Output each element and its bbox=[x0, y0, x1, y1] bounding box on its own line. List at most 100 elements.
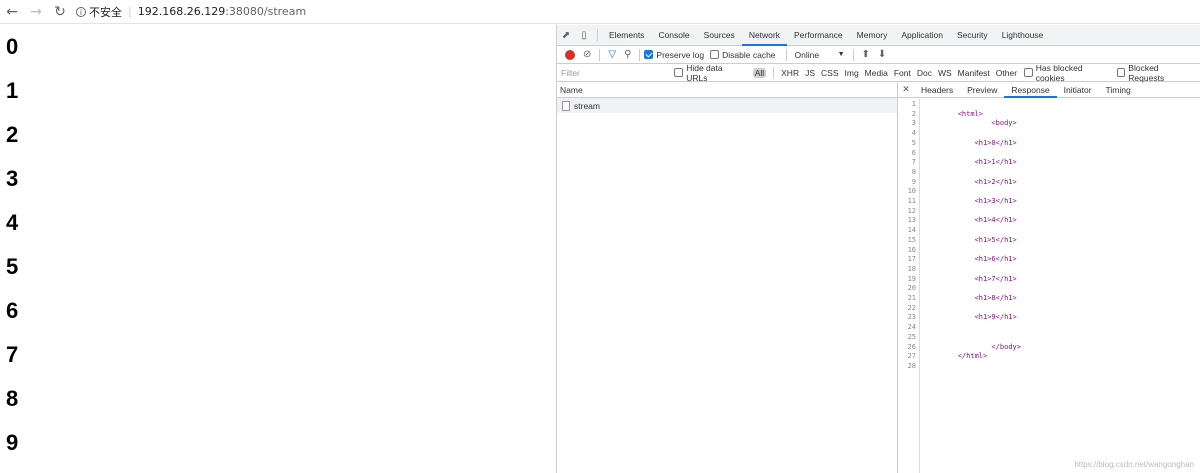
back-arrow-icon[interactable]: ← bbox=[0, 0, 24, 24]
address-bar[interactable]: i 不安全 | 192.168.26.129 :38080/stream bbox=[76, 3, 306, 21]
disable-cache-label: Disable cache bbox=[722, 49, 776, 60]
filter-type-img[interactable]: Img bbox=[845, 68, 859, 78]
column-header-name[interactable]: Name bbox=[557, 82, 897, 98]
tab-elements[interactable]: Elements bbox=[602, 25, 651, 46]
code-line: <h1>6</h1> bbox=[924, 255, 1017, 264]
code-line: <h1>4</h1> bbox=[924, 216, 1017, 225]
divider bbox=[639, 48, 641, 61]
line-number: 20 bbox=[907, 284, 916, 293]
line-number: 10 bbox=[907, 187, 916, 196]
line-number: 6 bbox=[911, 148, 916, 157]
chevron-down-icon: ▼ bbox=[837, 51, 845, 58]
tab-timing[interactable]: Timing bbox=[1099, 82, 1138, 98]
line-numbers: 1 2 3 4 5 6 7 8 9 10 11 12 13 14 15 16 17 18 19 20 21 22 23 24 2… bbox=[898, 99, 920, 473]
line-number: 13 bbox=[907, 216, 916, 225]
checkbox-unchecked[interactable] bbox=[674, 68, 684, 77]
line-number: 4 bbox=[911, 129, 916, 138]
tab-performance[interactable]: Performance bbox=[787, 25, 850, 46]
tab-initiator[interactable]: Initiator bbox=[1057, 82, 1099, 98]
filter-type-js[interactable]: JS bbox=[805, 68, 815, 78]
code-line: <h1>9</h1> bbox=[924, 313, 1017, 322]
blocked-requests-label: Blocked Requests bbox=[1128, 62, 1165, 83]
checkbox-checked[interactable] bbox=[644, 50, 654, 59]
filter-type-all[interactable]: All bbox=[752, 67, 767, 78]
inspect-element-icon[interactable]: ⬈ bbox=[557, 25, 575, 46]
tab-response[interactable]: Response bbox=[1004, 82, 1057, 98]
throttle-select[interactable]: Online ▼ bbox=[791, 50, 849, 60]
reload-icon[interactable]: ↻ bbox=[48, 0, 72, 24]
line-number: 27 bbox=[907, 352, 916, 361]
device-toolbar-icon[interactable]: ▯ bbox=[575, 25, 593, 46]
tab-security[interactable]: Security bbox=[950, 25, 995, 46]
line-number: 19 bbox=[907, 274, 916, 283]
forward-arrow-icon[interactable]: → bbox=[24, 0, 48, 24]
response-source[interactable]: 1 2 3 4 5 6 7 8 9 10 11 12 13 14 15 16 17 18 19 20 21 22 23 24 2… bbox=[898, 99, 1200, 473]
line-number: 14 bbox=[907, 226, 916, 235]
filter-type-manifest[interactable]: Manifest bbox=[958, 68, 990, 78]
tab-sources[interactable]: Sources bbox=[697, 25, 742, 46]
line-number: 26 bbox=[907, 342, 916, 351]
code-line: <h1>7</h1> bbox=[924, 274, 1017, 283]
tab-lighthouse[interactable]: Lighthouse bbox=[995, 25, 1051, 46]
line-number: 3 bbox=[911, 119, 916, 128]
heading: 7 bbox=[6, 342, 19, 367]
heading: 9 bbox=[6, 430, 19, 455]
filter-type-xhr[interactable]: XHR bbox=[781, 68, 799, 78]
blocked-requests-checkbox[interactable]: Blocked Requests bbox=[1116, 62, 1194, 83]
tab-memory[interactable]: Memory bbox=[850, 25, 895, 46]
checkbox-unchecked[interactable] bbox=[1116, 68, 1126, 77]
tab-network[interactable]: Network bbox=[741, 25, 787, 46]
hide-data-urls-checkbox[interactable]: Hide data URLs bbox=[674, 63, 743, 83]
checkbox-unchecked[interactable] bbox=[1024, 68, 1033, 77]
filter-icon[interactable]: ▽ bbox=[608, 49, 616, 60]
line-number: 18 bbox=[907, 264, 916, 273]
tab-application[interactable]: Application bbox=[894, 25, 950, 46]
url-host: 192.168.26.129 bbox=[137, 5, 226, 18]
code-line: <h1>3</h1> bbox=[924, 197, 1017, 206]
request-row[interactable]: stream bbox=[557, 98, 897, 113]
clear-icon[interactable]: ⊘ bbox=[583, 49, 591, 60]
page-content: 0 1 2 3 4 5 6 7 8 9 bbox=[0, 25, 556, 473]
line-number: 24 bbox=[907, 323, 916, 332]
url-path: :38080/stream bbox=[225, 5, 307, 18]
line-number: 16 bbox=[907, 245, 916, 254]
tab-console[interactable]: Console bbox=[651, 25, 696, 46]
filter-type-other[interactable]: Other bbox=[996, 68, 1017, 78]
preserve-log-checkbox[interactable]: Preserve log bbox=[644, 50, 704, 60]
has-blocked-cookies-checkbox[interactable]: Has blocked cookies bbox=[1024, 63, 1111, 83]
line-number: 25 bbox=[907, 332, 916, 341]
filter-type-media[interactable]: Media bbox=[865, 68, 888, 78]
line-number: 11 bbox=[907, 197, 916, 206]
detail-tab-bar: ✕ Headers Preview Response Initiator Tim… bbox=[898, 82, 1200, 98]
heading: 8 bbox=[6, 386, 19, 411]
divider bbox=[852, 48, 854, 61]
code-line: <body> bbox=[924, 119, 1017, 128]
disable-cache-checkbox[interactable]: Disable cache bbox=[710, 49, 776, 60]
search-icon[interactable]: ⚲ bbox=[624, 49, 631, 60]
code-line: <h1>0</h1> bbox=[924, 138, 1017, 147]
close-icon[interactable]: ✕ bbox=[898, 84, 914, 95]
tab-headers[interactable]: Headers bbox=[914, 82, 960, 98]
line-number: 7 bbox=[911, 158, 916, 167]
filter-input[interactable]: Filter bbox=[561, 68, 674, 78]
record-icon[interactable] bbox=[565, 49, 575, 60]
heading: 5 bbox=[6, 254, 19, 279]
code-line: <html> bbox=[924, 109, 984, 118]
filter-type-ws[interactable]: WS bbox=[938, 68, 952, 78]
checkbox-unchecked[interactable] bbox=[710, 50, 720, 59]
filter-type-font[interactable]: Font bbox=[894, 68, 911, 78]
import-har-icon[interactable]: ⬆ bbox=[862, 49, 870, 60]
tab-preview[interactable]: Preview bbox=[960, 82, 1004, 98]
filter-type-doc[interactable]: Doc bbox=[917, 68, 932, 78]
heading: 2 bbox=[6, 122, 19, 147]
export-har-icon[interactable]: ⬇ bbox=[878, 49, 886, 60]
line-number: 2 bbox=[911, 109, 916, 118]
filter-type-css[interactable]: CSS bbox=[821, 68, 838, 78]
request-list: Name stream bbox=[557, 82, 898, 473]
code-line: <h1>8</h1> bbox=[924, 294, 1017, 303]
